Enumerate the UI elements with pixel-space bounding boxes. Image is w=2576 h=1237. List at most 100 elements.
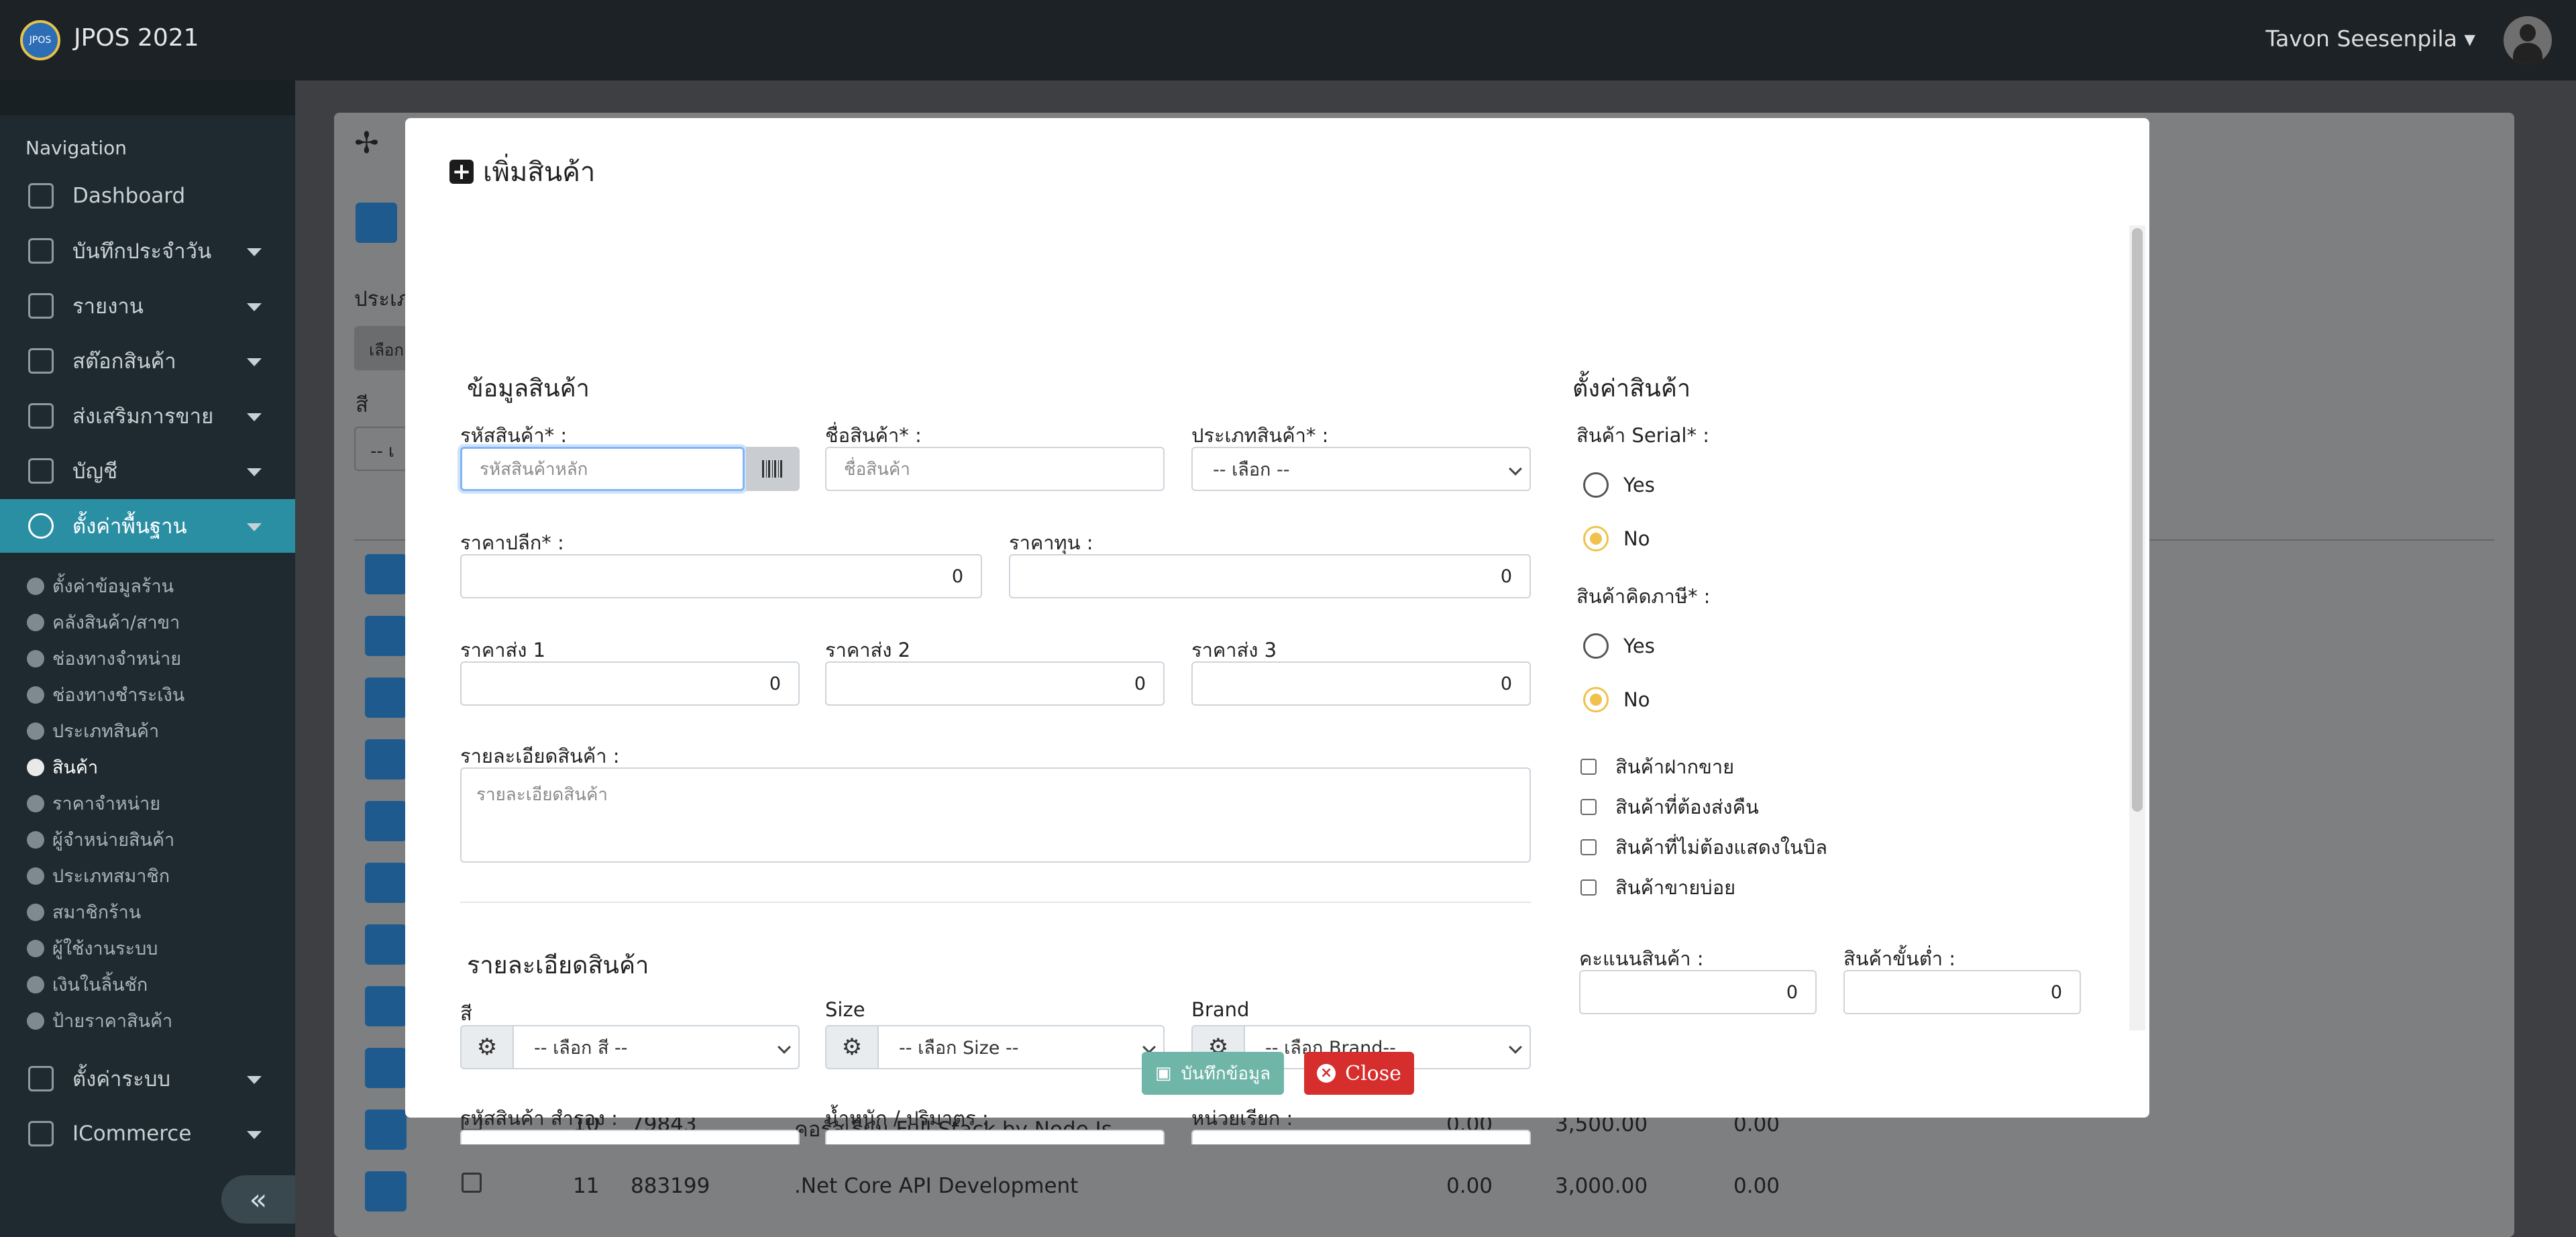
chevron-down-icon bbox=[247, 358, 262, 366]
app-title[interactable]: JPOS 2021 bbox=[74, 24, 199, 52]
unit-input[interactable] bbox=[1191, 1130, 1531, 1144]
row-settings-button[interactable] bbox=[365, 863, 407, 903]
sidebar-subitem-products[interactable]: สินค้า bbox=[27, 753, 98, 782]
color-select[interactable]: -- เลือก สี -- bbox=[513, 1025, 800, 1069]
sidebar-collapse-button[interactable]: « bbox=[221, 1175, 295, 1224]
bg-fragment: เลือก bbox=[354, 326, 408, 370]
close-button[interactable]: × Close bbox=[1304, 1052, 1414, 1095]
returnable-checkbox[interactable]: สินค้าที่ต้องส่งคืน bbox=[1580, 792, 1759, 822]
modal-body: ข้อมูลสินค้า รหัสสินค้า* : รหัสสินค้าหลั… bbox=[439, 223, 2102, 1144]
section-title-info: ข้อมูลสินค้า bbox=[467, 375, 590, 402]
app-logo[interactable]: JPOS bbox=[20, 20, 60, 60]
description-textarea[interactable]: รายละเอียดสินค้า bbox=[460, 767, 1531, 863]
sidebar-item-report[interactable]: รายงาน bbox=[0, 279, 295, 333]
sidebar-item-system-settings[interactable]: ตั้งค่าระบบ bbox=[0, 1052, 295, 1106]
row-settings-button[interactable] bbox=[365, 924, 407, 965]
sidebar-subitem[interactable]: ช่องทางจำหน่าย bbox=[27, 644, 181, 673]
row-value: 0.00 bbox=[1446, 1174, 1493, 1198]
bg-fragment: ประเภ bbox=[354, 287, 411, 311]
chevron-down-icon bbox=[247, 413, 262, 421]
sidebar-item-daily[interactable]: บันทึกประจำวัน bbox=[0, 224, 295, 278]
gear-icon: ⚙ bbox=[476, 1034, 498, 1061]
chevron-down-icon bbox=[247, 468, 262, 476]
serial-no-radio[interactable]: No bbox=[1583, 526, 1650, 551]
min-stock-input[interactable]: 0 bbox=[1843, 970, 2081, 1014]
size-settings-button[interactable]: ⚙ bbox=[825, 1025, 879, 1069]
section-title-settings: ตั้งค่าสินค้า bbox=[1572, 375, 1691, 402]
vat-no-radio[interactable]: No bbox=[1583, 687, 1650, 712]
row-settings-button[interactable] bbox=[365, 986, 407, 1026]
points-input[interactable]: 0 bbox=[1579, 970, 1817, 1014]
report-icon bbox=[28, 293, 54, 319]
chevron-down-icon bbox=[247, 523, 262, 531]
row-settings-button[interactable] bbox=[365, 739, 407, 779]
sidebar-item-promotion[interactable]: ส่งเสริมการขาย bbox=[0, 389, 295, 443]
sidebar-subitem[interactable]: ราคาจำหน่าย bbox=[27, 789, 160, 818]
sidebar-subitem[interactable]: เงินในลิ้นชัก bbox=[27, 970, 148, 999]
vat-yes-radio[interactable]: Yes bbox=[1583, 633, 1655, 659]
bg-fragment: สี bbox=[356, 393, 368, 417]
printer-icon bbox=[28, 238, 54, 264]
dashboard-icon bbox=[28, 183, 54, 209]
product-type-select[interactable]: -- เลือก -- bbox=[1191, 447, 1531, 491]
wholesale-3-input[interactable]: 0 bbox=[1191, 661, 1531, 706]
avatar[interactable] bbox=[2504, 16, 2552, 64]
sidebar-item-account[interactable]: บัญชี bbox=[0, 444, 295, 498]
row-checkbox[interactable] bbox=[462, 1173, 482, 1193]
chevron-down-icon bbox=[247, 1076, 262, 1084]
sidebar-subitem[interactable]: ช่องทางชำระเงิน bbox=[27, 680, 184, 709]
row-name: .Net Core API Development bbox=[794, 1174, 1079, 1198]
retail-price-input[interactable]: 0 bbox=[460, 554, 982, 598]
row-settings-button[interactable] bbox=[365, 678, 407, 718]
row-value: 3,000.00 bbox=[1555, 1174, 1648, 1198]
sidebar-subitem[interactable]: ผู้จำหน่ายสินค้า bbox=[27, 825, 174, 854]
wholesale-1-input[interactable]: 0 bbox=[460, 661, 800, 706]
size-select[interactable]: -- เลือก Size -- bbox=[877, 1025, 1165, 1069]
row-settings-button[interactable] bbox=[365, 554, 407, 594]
phone-icon bbox=[28, 1121, 54, 1146]
sidebar-subitem[interactable]: ป้ายราคาสินค้า bbox=[27, 1006, 172, 1035]
sidebar: Navigation Dashboard บันทึกประจำวัน รายง… bbox=[0, 80, 295, 1237]
product-code-input[interactable]: รหัสสินค้าหลัก bbox=[460, 447, 745, 491]
floppy-icon: ▣ bbox=[1155, 1063, 1172, 1083]
chevron-down-icon bbox=[1509, 1040, 1522, 1054]
sidebar-item-icommerce[interactable]: ICommerce bbox=[0, 1107, 295, 1161]
row-settings-button[interactable] bbox=[365, 616, 407, 656]
pinwheel-icon: ✢ bbox=[354, 126, 379, 160]
modal-scrollbar-thumb[interactable] bbox=[2132, 228, 2143, 812]
consignment-checkbox[interactable]: สินค้าฝากขาย bbox=[1580, 751, 1734, 782]
row-settings-button[interactable] bbox=[365, 801, 407, 841]
weight-input[interactable] bbox=[825, 1130, 1165, 1144]
cost-price-input[interactable]: 0 bbox=[1009, 554, 1531, 598]
barcode-button[interactable] bbox=[746, 447, 800, 491]
sidebar-subitem[interactable]: ตั้งค่าข้อมูลร้าน bbox=[27, 572, 174, 600]
alt-code-input[interactable] bbox=[460, 1130, 800, 1144]
serial-yes-radio[interactable]: Yes bbox=[1583, 472, 1655, 498]
row-settings-button[interactable] bbox=[365, 1048, 407, 1088]
sidebar-strip bbox=[0, 80, 295, 115]
sidebar-subitem[interactable]: ผู้ใช้งานระบบ bbox=[27, 934, 158, 963]
sidebar-subitem[interactable]: ประเภทสมาชิก bbox=[27, 861, 170, 890]
save-button[interactable]: ▣ บันทึกข้อมูล bbox=[1142, 1052, 1284, 1095]
bestseller-checkbox[interactable]: สินค้าขายบ่อย bbox=[1580, 872, 1735, 903]
user-menu[interactable]: Tavon Seesenpila ▾ bbox=[2265, 25, 2475, 52]
sidebar-subitem[interactable]: คลังสินค้า/สาขา bbox=[27, 608, 180, 637]
product-name-input[interactable]: ชื่อสินค้า bbox=[825, 447, 1165, 491]
gear-icon: ⚙ bbox=[841, 1034, 863, 1061]
sidebar-item-dashboard[interactable]: Dashboard bbox=[0, 169, 295, 223]
add-button-bg[interactable] bbox=[356, 203, 397, 243]
row-settings-button[interactable] bbox=[365, 1110, 407, 1150]
promotion-icon bbox=[28, 403, 54, 429]
laptop-icon bbox=[28, 458, 54, 484]
sidebar-item-basic-settings[interactable]: ตั้งค่าพื้นฐาน bbox=[0, 499, 295, 553]
sidebar-subitem[interactable]: สมาชิกร้าน bbox=[27, 898, 141, 926]
row-settings-button[interactable] bbox=[365, 1171, 407, 1212]
chevron-down-icon bbox=[247, 303, 262, 311]
sidebar-item-stock[interactable]: สต๊อกสินค้า bbox=[0, 334, 295, 388]
hide-on-bill-checkbox[interactable]: สินค้าที่ไม่ต้องแสดงในบิล bbox=[1580, 832, 1827, 863]
wholesale-2-input[interactable]: 0 bbox=[825, 661, 1165, 706]
sidebar-subitem[interactable]: ประเภทสินค้า bbox=[27, 716, 159, 745]
color-settings-button[interactable]: ⚙ bbox=[460, 1025, 514, 1069]
bg-fragment: -- เ bbox=[354, 427, 408, 471]
chevron-down-icon bbox=[1509, 462, 1522, 476]
